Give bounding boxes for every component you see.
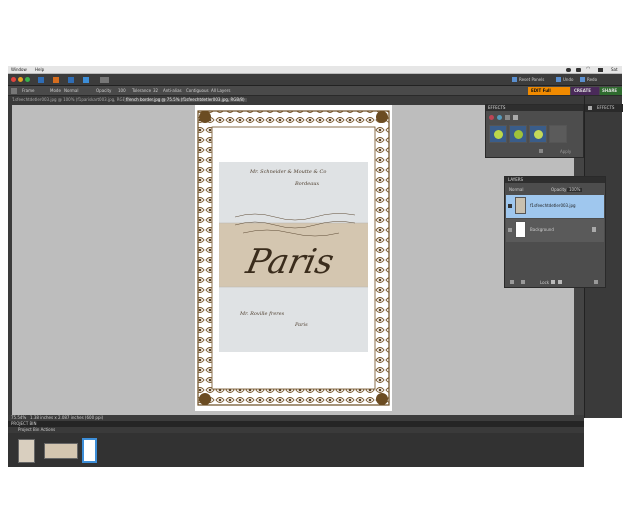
effect-thumb-1[interactable] (489, 125, 507, 143)
option-mode-select[interactable]: Normal (64, 89, 78, 93)
effects-panel-title: EFFECTS (488, 105, 506, 110)
document-tab-2[interactable]: french border.jpg @ 75.5% (f1sfeechtdetl… (124, 98, 247, 102)
blend-mode-select[interactable]: Normal (509, 188, 523, 192)
app-titlebar: Reset Panels Undo Redo (8, 74, 622, 86)
close-window-icon[interactable] (11, 77, 16, 82)
lock-all-icon[interactable] (558, 280, 562, 284)
option-contiguous[interactable]: Contiguous (186, 89, 209, 93)
organizer-icon[interactable] (83, 77, 89, 83)
create-mode-tab[interactable]: CREATE (571, 87, 599, 95)
layers-panel-title: LAYERS (508, 177, 524, 182)
project-bin: PROJECT BIN Project Bin Actions (8, 421, 584, 467)
menu-bar: Window Help ◠ Sat (8, 66, 622, 74)
layers-panel-header[interactable]: LAYERS (505, 177, 605, 183)
reset-panels-button[interactable]: Reset Panels (519, 78, 544, 82)
option-opacity-label: Opacity (96, 88, 112, 93)
project-bin-actions[interactable]: Project Bin Actions (18, 428, 55, 432)
effect-thumb-2[interactable] (509, 125, 527, 143)
layer-name[interactable]: f1sfeechtdetler003.jpg (530, 204, 576, 208)
letter-sender-city: Paris (295, 322, 308, 328)
clock: Sat (611, 67, 618, 72)
letter-address-line: Mr. Schneider & Moutte & Co (250, 169, 327, 175)
layer-name[interactable]: Background (530, 228, 554, 232)
new-layer-icon[interactable] (510, 280, 514, 284)
redo-button[interactable]: Redo (587, 78, 597, 82)
option-mode-label: Mode (50, 88, 61, 93)
zoom-window-icon[interactable] (25, 77, 30, 82)
save-icon[interactable] (53, 77, 59, 83)
project-bin-toolbar: Project Bin Actions (8, 427, 584, 433)
bin-thumbnail[interactable] (18, 439, 35, 463)
file-icon[interactable] (38, 77, 44, 83)
photo-effects-icon[interactable] (505, 115, 510, 120)
effects-menu-icon[interactable] (513, 115, 518, 120)
styles-icon[interactable] (497, 115, 502, 120)
redo-icon (580, 77, 585, 82)
document-size: 1.38 inches x 2.087 inches (600 ppi) (30, 415, 104, 420)
bluetooth-icon (576, 68, 581, 72)
tool-preset-icon[interactable] (11, 88, 17, 94)
opacity-value[interactable]: 100% (567, 188, 583, 192)
lock-icon (592, 227, 596, 232)
document-canvas[interactable]: Mr. Schneider & Moutte & Co Bordeaux Par… (195, 105, 392, 411)
share-mode-tab[interactable]: SHARE (600, 87, 622, 95)
bin-thumbnail-selected[interactable] (82, 438, 97, 463)
undo-button[interactable]: Undo (563, 78, 573, 82)
option-tolerance-value[interactable]: 32 (153, 89, 158, 93)
document-tab-1[interactable]: f1sfeechtdetler003.jpg @ 100% (f1pariska… (11, 98, 131, 102)
effects-panel: EFFECTS Apply (485, 104, 584, 158)
menu-help[interactable]: Help (35, 68, 44, 72)
effect-thumb-3[interactable] (529, 125, 547, 143)
layer-thumbnail (515, 221, 526, 238)
filters-icon[interactable] (489, 115, 494, 120)
letter-city-line: Bordeaux (295, 181, 320, 187)
lock-label: Lock (540, 280, 550, 285)
tools-panel[interactable] (8, 96, 12, 415)
edit-mode-tab[interactable]: EDIT Full (528, 87, 570, 95)
effects-tab[interactable]: EFFECTS (585, 104, 623, 112)
reset-panels-icon (512, 77, 517, 82)
option-frame[interactable]: Frame (22, 89, 34, 93)
opacity-label: Opacity (551, 187, 567, 192)
lock-pixels-icon[interactable] (551, 280, 555, 284)
effects-tab-icon (588, 106, 592, 110)
option-tolerance-label: Tolerance (132, 88, 152, 93)
undo-icon (556, 77, 561, 82)
print-icon[interactable] (68, 77, 74, 83)
layers-panel: LAYERS Normal Opacity 100% f1sfeechtdetl… (504, 176, 606, 288)
wifi-icon: ◠ (586, 66, 591, 72)
effects-tab-label: EFFECTS (597, 105, 615, 110)
letter-sender-line: Mr. Roville freres (240, 311, 285, 317)
menu-window[interactable]: Window (11, 68, 27, 72)
effects-trash-icon[interactable] (539, 149, 543, 153)
volume-icon (598, 68, 603, 72)
option-anti-alias[interactable]: Anti-alias (163, 89, 182, 93)
eye-icon[interactable] (508, 204, 512, 208)
sync-icon (566, 68, 571, 72)
bin-thumbnail[interactable] (44, 443, 78, 459)
eye-icon[interactable] (508, 228, 512, 232)
delete-layer-icon[interactable] (594, 280, 598, 284)
option-all-layers[interactable]: All Layers (211, 89, 230, 93)
zoom-level[interactable]: 75.54% (11, 416, 26, 420)
layer-row[interactable]: Background (506, 219, 604, 242)
letter-paris-script: Paris (242, 242, 338, 282)
effect-thumb-4[interactable] (549, 125, 567, 143)
layer-row[interactable]: f1sfeechtdetler003.jpg (506, 195, 604, 218)
effects-apply-button[interactable]: Apply (560, 150, 571, 154)
brush-icon[interactable] (521, 280, 525, 284)
option-opacity-value[interactable]: 100 (118, 89, 126, 93)
workspace-icon[interactable] (100, 77, 109, 83)
effects-panel-header[interactable]: EFFECTS (486, 105, 583, 111)
project-bin-title: PROJECT BIN (11, 421, 37, 426)
tool-options-bar: Frame Mode Normal Opacity 100 Tolerance … (8, 86, 622, 96)
layer-thumbnail (515, 197, 526, 214)
minimize-window-icon[interactable] (18, 77, 23, 82)
